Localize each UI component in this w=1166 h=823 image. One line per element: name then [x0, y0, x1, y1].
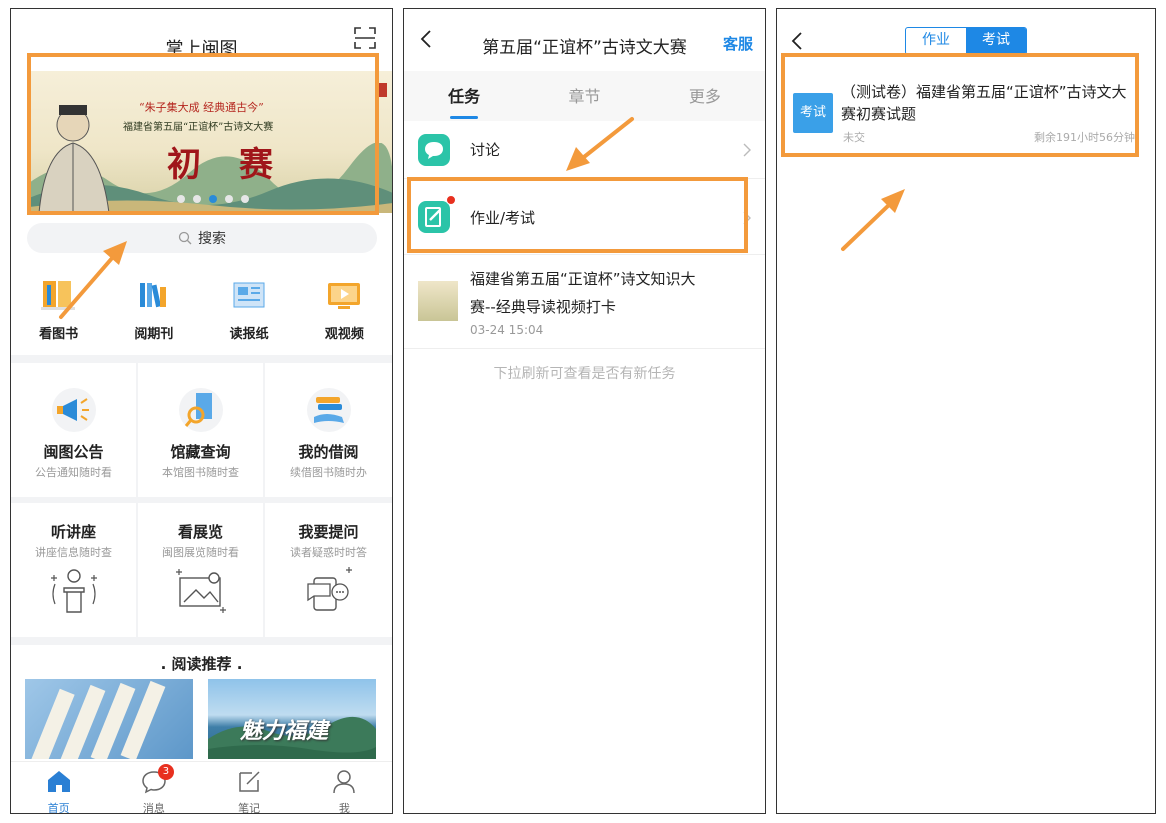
newspaper-icon: [233, 282, 265, 308]
quick-item-videos[interactable]: 观视频: [297, 271, 392, 351]
service-subtitle: 续借图书随时办: [290, 466, 367, 479]
calligraphy-scrolls-image: [31, 680, 166, 759]
tab-home[interactable]: 首页: [11, 762, 106, 814]
question-icon: [306, 567, 352, 611]
back-arrow-icon[interactable]: [789, 31, 805, 51]
quick-item-label: 观视频: [324, 327, 364, 342]
message-count-badge: 3: [157, 764, 174, 780]
pull-refresh-hint: 下拉刷新可查看是否有新任务: [493, 366, 676, 382]
tab-tasks[interactable]: 任务: [404, 71, 524, 121]
page-title: 第五届“正谊杯”古诗文大赛: [482, 38, 687, 58]
tab-notes[interactable]: 笔记: [202, 762, 297, 814]
tab-label: 首页: [47, 802, 70, 814]
quick-item-newspapers[interactable]: 读报纸: [202, 271, 297, 351]
reading-recommend-title: . 阅读推荐 .: [160, 655, 243, 673]
segment-homework[interactable]: 作业: [906, 28, 966, 54]
discussion-icon: [418, 134, 450, 166]
service-title: 馆藏查询: [170, 443, 231, 461]
services-grid-top: 闽图公告 公告通知随时看 馆藏查询 本馆图书随时查 我的借阅 续借图书随时办: [11, 363, 392, 497]
task-date: 03-24 15:04: [470, 323, 544, 337]
nav-bar: 第五届“正谊杯”古诗文大赛 客服: [404, 9, 765, 71]
search-input[interactable]: 搜索: [27, 223, 377, 253]
borrow-icon: [306, 388, 351, 432]
service-subtitle: 闽图展览随时看: [162, 546, 239, 559]
book-icon: [40, 281, 75, 310]
home-icon: [47, 771, 70, 792]
service-title: 我的借阅: [298, 443, 359, 461]
segment-exam[interactable]: 考试: [966, 28, 1026, 54]
section-tabs: 任务 章节 更多: [404, 71, 765, 121]
quick-item-label: 读报纸: [229, 327, 269, 342]
chevron-right-icon: [743, 143, 751, 157]
search-label: 搜索: [198, 231, 226, 247]
service-exhibitions[interactable]: 看展览 闽图展览随时看: [138, 503, 265, 637]
search-icon: [178, 231, 192, 245]
tab-me[interactable]: 我: [297, 762, 392, 814]
lecture-icon: [50, 569, 97, 613]
tab-more[interactable]: 更多: [645, 71, 765, 121]
service-title: 我要提问: [298, 523, 359, 541]
task-thumbnail: [418, 281, 458, 321]
quick-access-row: 看图书 阅期刊 读报纸 观视频: [11, 271, 392, 351]
section-divider: [11, 355, 392, 363]
task-title-line1: 福建省第五届“正谊杯”诗文知识大: [470, 270, 696, 288]
library-home-screen: 掌上闽图 “朱子集大成 经典通古今” 福建省第五届“正谊杯”古诗文大赛 初赛 搜…: [10, 8, 393, 814]
service-subtitle: 公告通知随时看: [35, 466, 112, 479]
highlight-box-banner: [27, 53, 379, 215]
tab-label: 消息: [142, 802, 165, 814]
highlight-box-exam: [781, 53, 1139, 157]
recommend-image-caption: 魅力福建: [240, 718, 329, 744]
exam-list-screen: 作业 考试 考试 （测试卷）福建省第五届“正谊杯”古诗文大赛初赛试题 未交 剩余…: [776, 8, 1156, 814]
course-tasks-screen: 第五届“正谊杯”古诗文大赛 客服 任务 章节 更多 讨论 作业/考试 福建省第五…: [403, 8, 766, 814]
quick-item-magazines[interactable]: 阅期刊: [106, 271, 201, 351]
task-title-line2: 赛--经典导读视频打卡: [470, 298, 616, 316]
service-subtitle: 读者疑惑时时答: [290, 546, 367, 559]
service-title: 听讲座: [50, 523, 96, 541]
tab-label: 笔记: [238, 802, 261, 814]
service-announcements[interactable]: 闽图公告 公告通知随时看: [11, 363, 138, 497]
service-subtitle: 本馆图书随时查: [162, 466, 239, 479]
row-label: 讨论: [470, 141, 501, 159]
section-divider: [11, 637, 392, 645]
video-icon: [328, 283, 361, 309]
service-subtitle: 讲座信息随时查: [35, 546, 112, 559]
service-catalog-search[interactable]: 馆藏查询 本馆图书随时查: [138, 363, 265, 497]
homework-exam-toggle: 作业 考试: [905, 27, 1027, 55]
user-icon: [333, 770, 356, 794]
quick-item-label: 阅期刊: [134, 327, 174, 342]
task-video-checkin[interactable]: 福建省第五届“正谊杯”诗文知识大 赛--经典导读视频打卡 03-24 15:04: [404, 255, 765, 349]
service-title: 闽图公告: [43, 443, 104, 461]
highlight-box-homework: [407, 177, 748, 253]
tab-messages[interactable]: 3 消息: [106, 762, 201, 814]
recommend-card-calligraphy[interactable]: [25, 679, 193, 759]
service-ask-question[interactable]: 我要提问 读者疑惑时时答: [265, 503, 392, 637]
bottom-tabbar: 首页 3 消息 笔记 我: [11, 761, 392, 814]
service-title: 看展览: [177, 523, 223, 541]
tab-label: 我: [338, 802, 350, 814]
gallery-icon: [175, 569, 226, 613]
services-grid-bottom: 听讲座 讲座信息随时查 看展览 闽图展览随时看 我要提问 读者疑惑时时答: [11, 503, 392, 637]
service-lectures[interactable]: 听讲座 讲座信息随时查: [11, 503, 138, 637]
recommend-card-fujian[interactable]: 魅力福建: [208, 679, 376, 759]
service-my-borrowing[interactable]: 我的借阅 续借图书随时办: [265, 363, 392, 497]
search-book-icon: [178, 388, 223, 432]
tab-chapters[interactable]: 章节: [524, 71, 644, 121]
magazine-icon: [139, 283, 166, 308]
scan-icon[interactable]: [354, 27, 376, 49]
row-discussion[interactable]: 讨论: [404, 121, 765, 179]
quick-item-books[interactable]: 看图书: [11, 271, 106, 351]
megaphone-icon: [51, 388, 96, 432]
note-icon: [239, 771, 260, 792]
quick-item-label: 看图书: [39, 327, 79, 342]
customer-service-button[interactable]: 客服: [723, 33, 753, 54]
